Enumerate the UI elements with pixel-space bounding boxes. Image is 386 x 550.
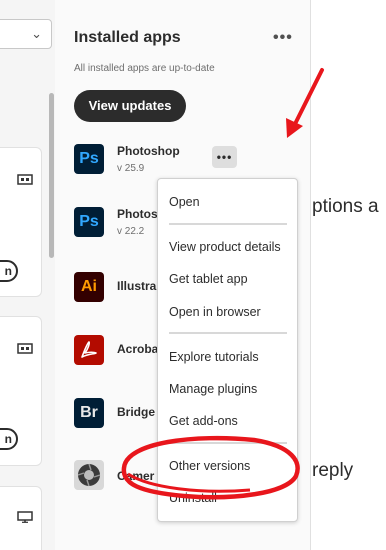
more-icon[interactable]: ••• [273,29,293,47]
view-updates-button[interactable]: View updates [74,90,186,122]
menu-item-view-product-details[interactable]: View product details [169,240,281,254]
chevron-down-icon: ⌄ [31,26,42,41]
app-version: v 22.2 [117,226,145,237]
app-name: Photos [117,207,158,221]
left-background-column: ⌄ n n [0,0,55,550]
menu-item-open[interactable]: Open [169,195,200,209]
left-scrollbar[interactable] [49,93,54,258]
app-more-options-icon[interactable]: ••• [212,146,237,168]
menu-item-other-versions[interactable]: Other versions [169,459,250,473]
left-card [0,486,42,550]
photoshop-logo-icon: Ps [74,207,104,237]
update-status-text: All installed apps are up-to-date [74,63,215,74]
filter-dropdown[interactable]: ⌄ [0,19,52,49]
menu-item-explore-tutorials[interactable]: Explore tutorials [169,350,259,364]
bridge-logo-icon: Br [74,398,104,428]
acrobat-logo-icon [74,335,104,365]
background-text-options: ptions a [312,196,379,217]
desktop-icon [17,511,33,523]
panel-title: Installed apps [74,29,181,46]
app-name: Camer [117,469,155,483]
menu-item-manage-plugins[interactable]: Manage plugins [169,382,257,396]
photoshop-logo-icon: Ps [74,144,104,174]
menu-divider [169,223,287,225]
menu-item-get-tablet-app[interactable]: Get tablet app [169,272,248,286]
illustrator-logo-icon: Ai [74,272,104,302]
device-icon [17,343,33,354]
app-name: Illustra [117,279,157,293]
menu-divider [169,442,287,444]
device-icon [17,174,33,185]
app-context-menu: Open View product details Get tablet app… [157,178,298,522]
menu-item-get-add-ons[interactable]: Get add-ons [169,414,238,428]
app-version: v 25.9 [117,163,145,174]
menu-item-uninstall[interactable]: Uninstall [169,491,217,505]
camera-raw-logo-icon [74,460,104,490]
menu-item-open-in-browser[interactable]: Open in browser [169,305,261,319]
menu-divider [169,332,287,334]
app-name: Acroba [117,342,159,356]
app-name: Bridge [117,405,156,419]
app-name: Photoshop [117,144,180,158]
background-text-reply: reply [312,460,354,481]
